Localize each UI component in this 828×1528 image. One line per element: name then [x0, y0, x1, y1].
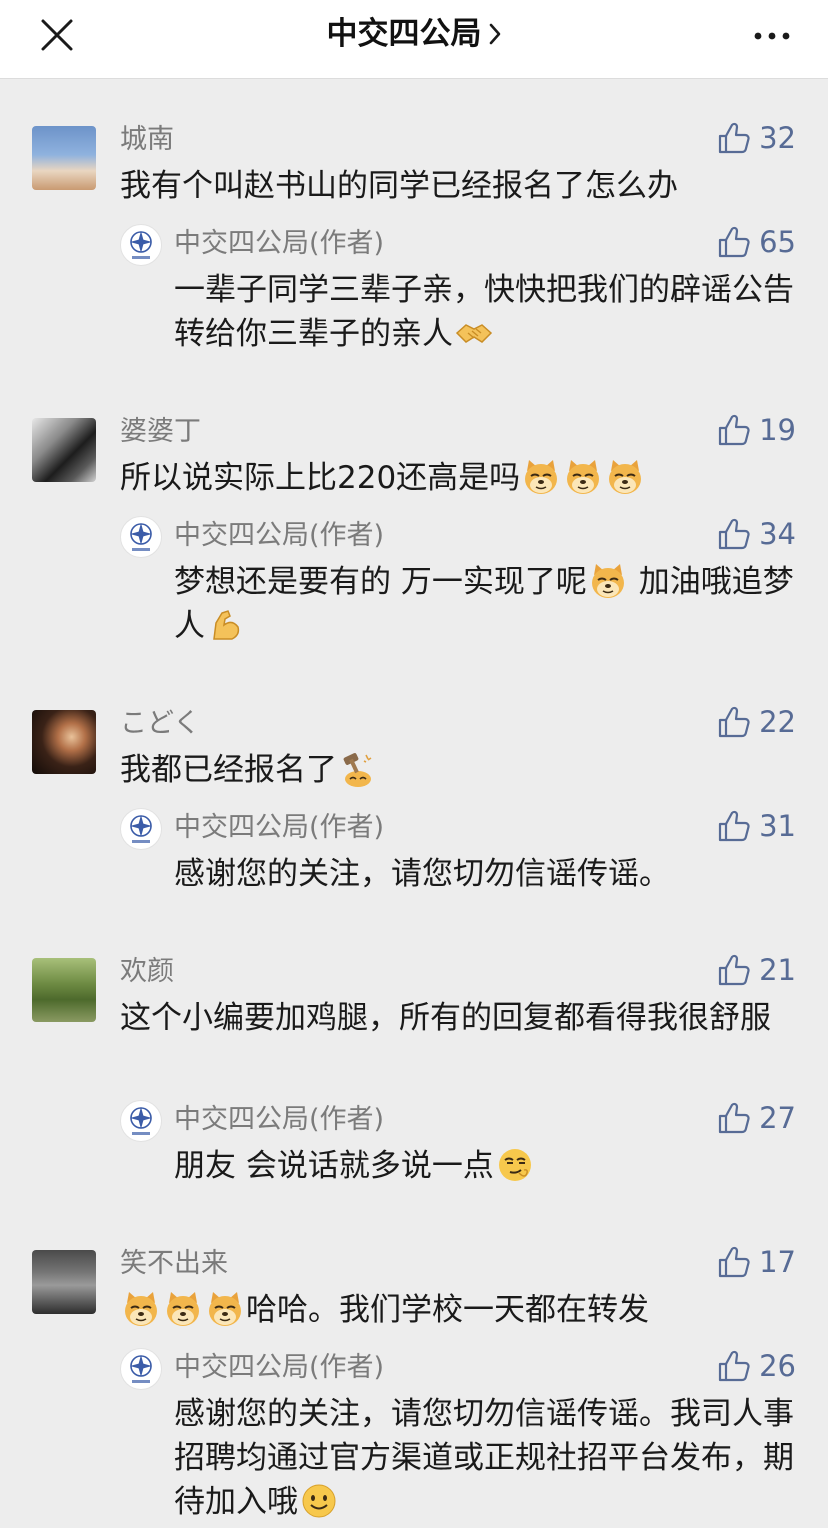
- reply-author[interactable]: 中交四公局(作者): [174, 1102, 384, 1138]
- comment-text: 所以说实际上比220还高是吗: [120, 456, 800, 500]
- muscle-emoji: [206, 605, 246, 645]
- like-button[interactable]: 22: [717, 704, 796, 740]
- thumbs-up-icon: [717, 225, 751, 259]
- thumbs-up-icon: [717, 705, 751, 739]
- avatar[interactable]: [32, 1250, 96, 1314]
- like-button[interactable]: 31: [717, 808, 796, 844]
- like-button[interactable]: 17: [717, 1244, 796, 1280]
- doge-emoji: [605, 457, 645, 497]
- reply-text: 感谢您的关注，请您切勿信谣传谣。: [174, 856, 670, 892]
- reply-author[interactable]: 中交四公局(作者): [174, 518, 384, 554]
- reply-author[interactable]: 中交四公局(作者): [174, 810, 384, 846]
- avatar[interactable]: [32, 958, 96, 1022]
- like-button[interactable]: 34: [717, 516, 796, 552]
- reply-author[interactable]: 中交四公局(作者): [174, 1350, 384, 1386]
- like-count: 32: [759, 121, 796, 155]
- avatar[interactable]: [32, 418, 96, 482]
- like-count: 27: [759, 1101, 796, 1135]
- avatar[interactable]: [32, 710, 96, 774]
- reply-text: 朋友 会说话就多说一点: [174, 1144, 794, 1188]
- like-button[interactable]: 27: [717, 1100, 796, 1136]
- thumbs-up-icon: [717, 517, 751, 551]
- thumbs-up-icon: [717, 809, 751, 843]
- reply-author[interactable]: 中交四公局(作者): [174, 226, 384, 262]
- thumbs-up-icon: [717, 413, 751, 447]
- comment-author[interactable]: 欢颜: [120, 954, 174, 990]
- doge-emoji: [121, 1289, 161, 1329]
- reply-text-content: 朋友 会说话就多说一点: [174, 1148, 494, 1184]
- doge-emoji: [521, 457, 561, 497]
- avatar[interactable]: [32, 126, 96, 190]
- like-button[interactable]: 32: [717, 120, 796, 156]
- like-button[interactable]: 26: [717, 1348, 796, 1384]
- thumbs-up-icon: [717, 1245, 751, 1279]
- page-title[interactable]: 中交四公局: [0, 12, 828, 56]
- like-count: 21: [759, 953, 796, 987]
- reply-text-content: 感谢您的关注，请您切勿信谣传谣。我司人事招聘均通过官方渠道或正规社招平台发布，期…: [174, 1396, 794, 1520]
- thumbs-up-icon: [717, 1101, 751, 1135]
- smirk-emoji: [495, 1145, 535, 1185]
- reply-text: 一辈子同学三辈子亲，快快把我们的辟谣公告转给你三辈子的亲人: [174, 268, 794, 356]
- author-logo-avatar[interactable]: [120, 808, 162, 850]
- doge-emoji: [588, 561, 628, 601]
- thumbs-up-icon: [717, 1349, 751, 1383]
- comment-text: 这个小编要加鸡腿，所有的回复都看得我很舒服: [120, 1000, 771, 1036]
- comment-author[interactable]: 婆婆丁: [120, 414, 201, 450]
- doge-emoji: [563, 457, 603, 497]
- comment-author[interactable]: 笑不出来: [120, 1246, 228, 1282]
- author-logo-avatar[interactable]: [120, 1348, 162, 1390]
- comment-text: 哈哈。我们学校一天都在转发: [120, 1288, 800, 1332]
- like-count: 17: [759, 1245, 796, 1279]
- more-icon[interactable]: [752, 24, 792, 48]
- like-count: 34: [759, 517, 796, 551]
- hammer-emoji: [338, 749, 378, 789]
- reply-text: 梦想还是要有的 万一实现了呢 加油哦追梦人: [174, 560, 794, 648]
- like-count: 31: [759, 809, 796, 843]
- like-button[interactable]: 21: [717, 952, 796, 988]
- doge-emoji: [163, 1289, 203, 1329]
- author-logo-avatar[interactable]: [120, 516, 162, 558]
- like-count: 19: [759, 413, 796, 447]
- like-button[interactable]: 19: [717, 412, 796, 448]
- author-logo-avatar[interactable]: [120, 1100, 162, 1142]
- reply-text: 感谢您的关注，请您切勿信谣传谣。我司人事招聘均通过官方渠道或正规社招平台发布，期…: [174, 1392, 794, 1524]
- comment-text-content: 哈哈。我们学校一天都在转发: [246, 1292, 649, 1328]
- author-logo-avatar[interactable]: [120, 224, 162, 266]
- like-count: 65: [759, 225, 796, 259]
- thumbs-up-icon: [717, 953, 751, 987]
- top-bar: 中交四公局: [0, 0, 828, 79]
- chevron-right-icon[interactable]: [488, 22, 502, 46]
- comment-text: 我都已经报名了: [120, 748, 800, 792]
- smile-emoji: [299, 1481, 339, 1521]
- reply-text-content: 梦想还是要有的 万一实现了呢: [174, 564, 587, 600]
- comment-author[interactable]: 城南: [120, 122, 174, 158]
- thumbs-up-icon: [717, 121, 751, 155]
- comment-text-content: 我都已经报名了: [120, 752, 337, 788]
- handshake-emoji: [454, 313, 494, 353]
- comment-text: 我有个叫赵书山的同学已经报名了怎么办: [120, 168, 678, 204]
- comment-text-content: 所以说实际上比220还高是吗: [120, 460, 521, 496]
- like-count: 22: [759, 705, 796, 739]
- like-button[interactable]: 65: [717, 224, 796, 260]
- like-count: 26: [759, 1349, 796, 1383]
- doge-emoji: [205, 1289, 245, 1329]
- page-title-text[interactable]: 中交四公局: [327, 16, 482, 52]
- comment-author[interactable]: こどく: [120, 706, 200, 742]
